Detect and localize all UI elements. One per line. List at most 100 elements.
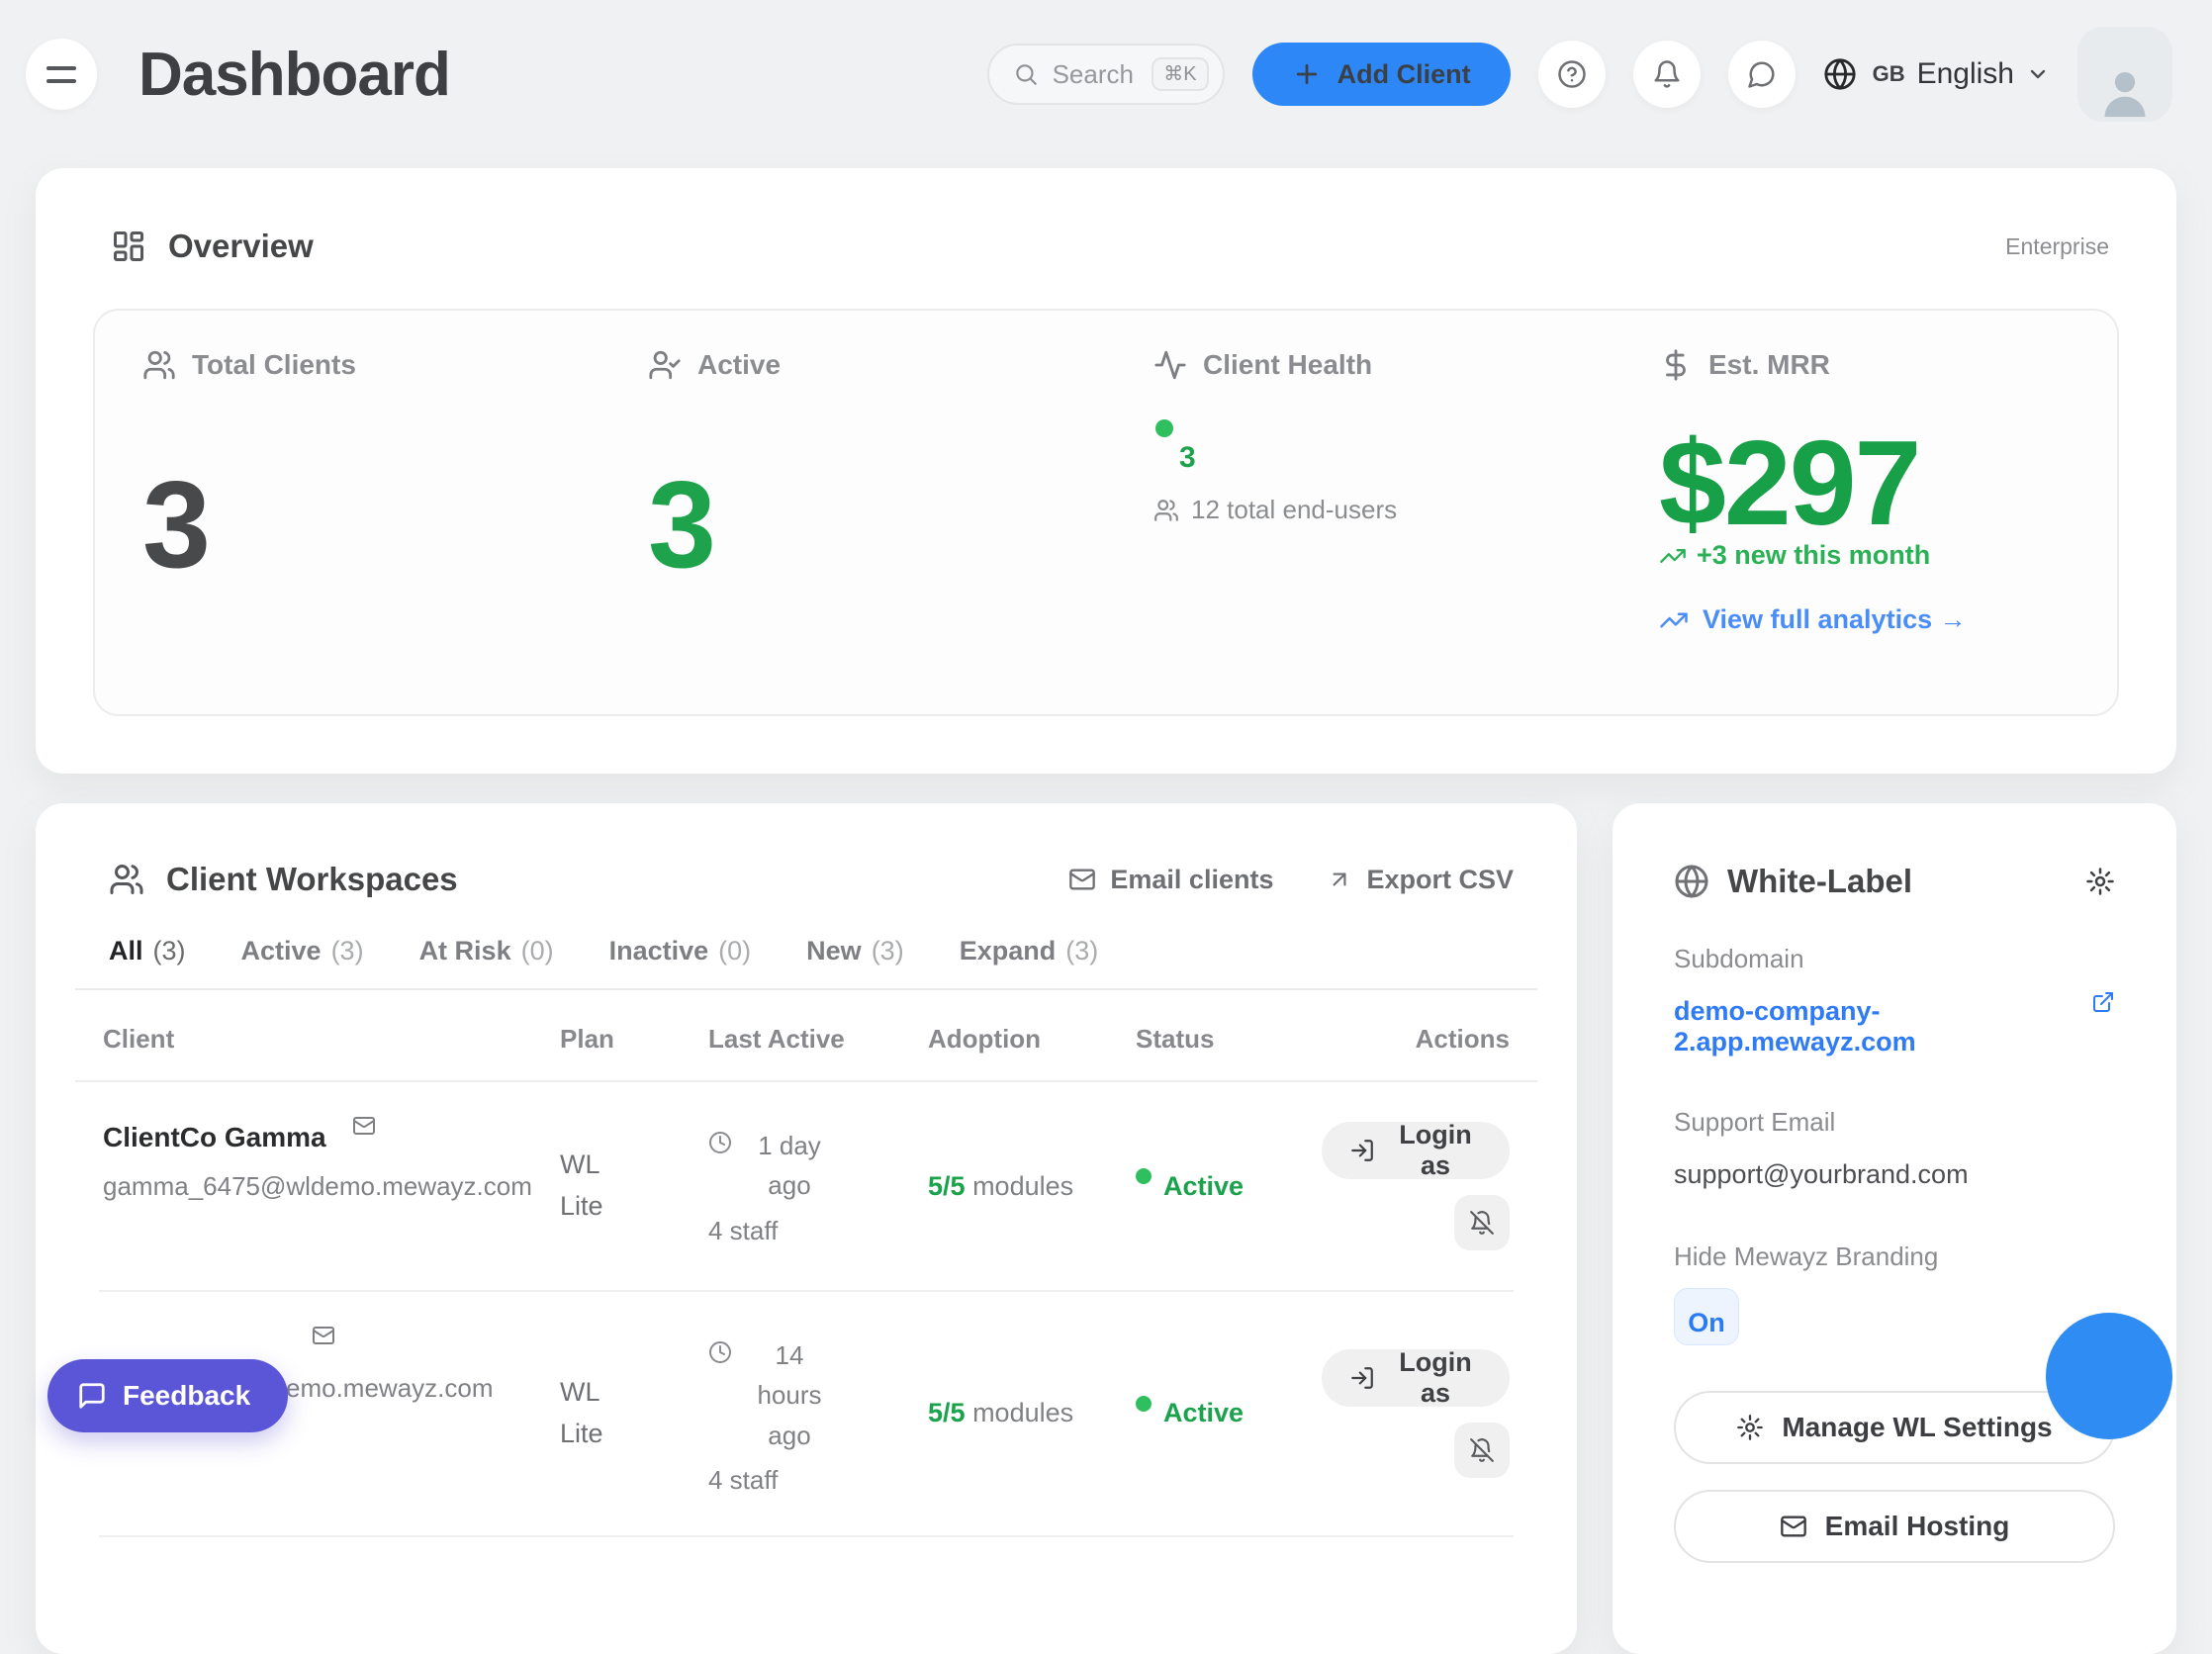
email-clients-label: Email clients <box>1110 865 1273 895</box>
mute-notifications-button[interactable] <box>1454 1423 1510 1478</box>
top-bar-right: Search ⌘K Add Client <box>987 27 2172 122</box>
mrr-value: $297 <box>1659 427 2117 538</box>
plan-cell: WL Lite <box>560 1145 708 1228</box>
email-clients-button[interactable]: Email clients <box>1068 865 1273 895</box>
search-placeholder: Search <box>1053 59 1139 90</box>
stat-active: Active 3 <box>600 311 1106 714</box>
menu-icon <box>46 66 76 70</box>
tab-at-risk[interactable]: At Risk(0) <box>419 936 554 966</box>
last-active-cell: 14 hours ago 4 staff <box>708 1335 928 1496</box>
plus-icon <box>1292 59 1322 89</box>
end-users-count: 12 total end-users <box>1191 495 1397 525</box>
language-label: English <box>1917 57 2014 91</box>
notifications-button[interactable] <box>1633 41 1701 108</box>
overview-title: Overview <box>168 228 314 265</box>
adoption-cell: 5/5 modules <box>928 1171 1136 1202</box>
external-link-icon <box>2091 996 2115 1020</box>
support-email-label: Support Email <box>1674 1107 2115 1138</box>
feedback-label: Feedback <box>123 1380 250 1412</box>
globe-icon <box>1674 864 1709 899</box>
export-csv-button[interactable]: Export CSV <box>1327 865 1514 895</box>
stat-client-health: Client Health 3 12 total end-users <box>1106 311 1612 714</box>
mail-icon <box>312 1324 335 1347</box>
subdomain-link[interactable]: demo-company-2.app.mewayz.com <box>1674 996 2115 1057</box>
clock-icon <box>708 1126 732 1206</box>
language-selector[interactable]: GB English <box>1823 57 2050 91</box>
view-analytics-label: View full analytics → <box>1703 604 1967 635</box>
stat-label: Active <box>697 349 781 381</box>
manage-wl-settings-button[interactable]: Manage WL Settings <box>1674 1391 2115 1464</box>
tab-expand[interactable]: Expand(3) <box>960 936 1099 966</box>
actions-cell: Login as <box>1322 1349 1510 1478</box>
add-client-button[interactable]: Add Client <box>1252 43 1511 106</box>
overview-stats-tile: Total Clients 3 Active 3 Client Health <box>93 309 2119 716</box>
search-shortcut-badge: ⌘K <box>1152 57 1208 91</box>
tab-new[interactable]: New(3) <box>806 936 904 966</box>
user-avatar[interactable] <box>2077 27 2172 122</box>
log-in-icon <box>1349 1365 1375 1391</box>
activity-icon <box>1153 348 1187 382</box>
client-email: emo.mewayz.com <box>286 1373 560 1404</box>
view-analytics-link[interactable]: View full analytics → <box>1659 604 2117 635</box>
health-status-dot <box>1155 419 1173 437</box>
table-row: ClientCo Gamma gamma_6475@wldemo.mewayz.… <box>36 1082 1577 1290</box>
export-csv-label: Export CSV <box>1366 865 1514 895</box>
email-hosting-button[interactable]: Email Hosting <box>1674 1490 2115 1563</box>
log-in-icon <box>1349 1138 1375 1163</box>
trending-up-icon <box>1659 605 1689 635</box>
white-label-title: White-Label <box>1727 863 1912 900</box>
bell-off-icon <box>1469 1437 1495 1463</box>
status-dot <box>1136 1168 1152 1184</box>
language-code: GB <box>1873 61 1905 87</box>
mute-notifications-button[interactable] <box>1454 1195 1510 1250</box>
help-icon <box>1557 59 1587 89</box>
gear-icon <box>1736 1414 1764 1441</box>
overview-card: Overview Enterprise Total Clients 3 Acti… <box>36 168 2176 774</box>
mail-icon <box>1068 866 1096 893</box>
arrow-up-right-icon <box>1327 867 1352 892</box>
search-input[interactable]: Search ⌘K <box>987 44 1225 105</box>
tab-inactive[interactable]: Inactive(0) <box>609 936 752 966</box>
branding-toggle[interactable]: On <box>1674 1288 1739 1345</box>
search-icon <box>1013 61 1039 87</box>
top-bar: Dashboard Search ⌘K Add Client <box>0 0 2212 148</box>
subdomain-label: Subdomain <box>1674 944 2115 974</box>
bell-icon <box>1652 59 1682 89</box>
stat-mrr: Est. MRR $297 +3 new this month View ful… <box>1612 311 2117 714</box>
white-label-card: White-Label Subdomain demo-company-2.app… <box>1613 803 2176 1654</box>
actions-cell: Login as <box>1322 1122 1510 1250</box>
client-cell: ClientCo Gamma gamma_6475@wldemo.mewayz.… <box>103 1122 560 1250</box>
tab-active[interactable]: Active(3) <box>241 936 364 966</box>
users-icon <box>109 862 144 897</box>
last-active-text: 1 day ago <box>744 1126 835 1206</box>
menu-button[interactable] <box>26 39 97 110</box>
active-value: 3 <box>648 471 1106 582</box>
client-name: ClientCo Gamma <box>103 1122 326 1153</box>
messages-button[interactable] <box>1728 41 1796 108</box>
client-workspaces-card: Client Workspaces Email clients Export C… <box>36 803 1577 1654</box>
chat-fab-button[interactable] <box>2046 1313 2172 1439</box>
clock-icon <box>708 1335 732 1455</box>
settings-gear-button[interactable] <box>2085 867 2115 896</box>
client-email: gamma_6475@wldemo.mewayz.com <box>103 1171 560 1202</box>
tab-all[interactable]: All(3) <box>109 936 186 966</box>
help-button[interactable] <box>1538 41 1606 108</box>
gear-icon <box>2085 867 2115 896</box>
chevron-down-icon <box>2026 62 2050 86</box>
feedback-button[interactable]: Feedback <box>47 1359 288 1432</box>
add-client-label: Add Client <box>1337 59 1471 90</box>
login-as-button[interactable]: Login as <box>1322 1122 1510 1179</box>
plan-badge: Enterprise <box>2005 233 2109 260</box>
status-badge: Active <box>1136 1171 1322 1202</box>
dollar-icon <box>1659 348 1693 382</box>
globe-icon <box>1823 57 1857 91</box>
branding-label: Hide Mewayz Branding <box>1674 1241 2115 1272</box>
last-active-text: 14 hours ago <box>744 1335 835 1455</box>
dashboard-grid-icon <box>111 229 146 264</box>
login-as-button[interactable]: Login as <box>1322 1349 1510 1407</box>
chat-bubble-icon <box>1747 59 1777 89</box>
mail-icon <box>1780 1513 1807 1540</box>
message-square-icon <box>77 1381 107 1411</box>
stat-label: Client Health <box>1203 349 1372 381</box>
mrr-delta: +3 new this month <box>1697 540 1930 571</box>
